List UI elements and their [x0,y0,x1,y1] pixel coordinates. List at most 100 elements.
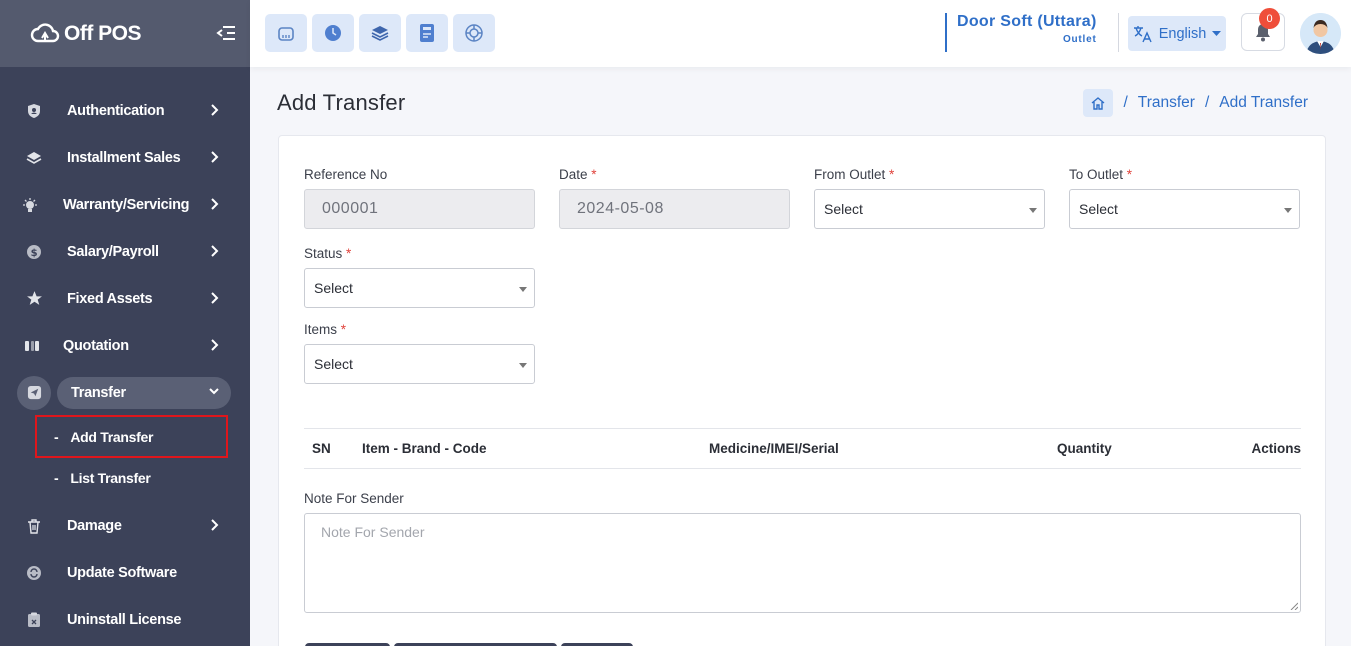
status-field: Status * Select [304,246,535,308]
clock-shortcut-button[interactable] [312,14,354,52]
sidebar-item-quotation[interactable]: Quotation [0,322,250,369]
note-placeholder: Note For Sender [321,524,425,540]
items-select[interactable]: Select [304,344,535,384]
from-outlet-field: From Outlet * Select [814,167,1045,229]
from-outlet-select[interactable]: Select [814,189,1045,229]
sidebar-item-label: Authentication [67,102,165,119]
svg-text:$: $ [31,248,38,259]
support-shortcut-button[interactable] [453,14,495,52]
caret-down-icon [519,363,527,368]
chevron-right-icon [211,292,219,304]
refresh-icon [25,564,43,582]
sidebar-item-label: Uninstall License [67,611,182,628]
chevron-right-icon [211,151,219,163]
column-header-quantity: Quantity [1057,441,1112,456]
chevron-right-icon [211,245,219,257]
dollar-coin-icon: $ [25,243,43,261]
caret-down-icon [1212,30,1222,36]
sidebar-item-damage[interactable]: Damage [0,502,250,549]
breadcrumb-separator: / [1204,94,1210,111]
send-icon [17,375,51,410]
user-avatar[interactable] [1300,13,1341,54]
note-textarea[interactable]: Note For Sender [304,513,1301,613]
items-field: Items * Select [304,322,535,384]
from-outlet-label: From Outlet * [814,167,895,182]
top-header: Door Soft (Uttara) Outlet English 0 [250,0,1351,67]
status-select[interactable]: Select [304,268,535,308]
column-header-serial: Medicine/IMEI/Serial [709,441,839,456]
sidebar-item-salary-payroll[interactable]: $ Salary/Payroll [0,228,250,275]
chevron-right-icon [211,198,219,210]
transfer-pill: Transfer [57,376,231,409]
sidebar-item-uninstall-license[interactable]: Uninstall License [0,596,250,643]
home-icon [1092,97,1105,110]
date-input[interactable]: 2024-05-08 [559,189,790,229]
sidebar-item-label: Quotation [63,337,129,354]
breadcrumb-current: Add Transfer [1219,94,1308,111]
resize-handle-icon[interactable] [1290,602,1298,610]
chevron-down-icon [209,388,219,395]
layers-icon [25,149,43,167]
items-table-header: SN Item - Brand - Code Medicine/IMEI/Ser… [304,428,1301,469]
sidebar-item-label: Damage [67,517,122,534]
layers-shortcut-button[interactable] [359,14,401,52]
calculator-icon [420,24,434,42]
stack-icon [371,26,389,41]
select-value: Select [1079,201,1118,217]
language-selector[interactable]: English [1128,16,1226,51]
sidebar-subitem-list-transfer[interactable]: - List Transfer [0,457,250,498]
reference-label: Reference No [304,167,388,182]
sidebar-item-label: Salary/Payroll [67,243,159,260]
shield-user-icon [25,102,43,120]
app-logo[interactable]: Off POS [30,21,142,46]
sidebar-menu: Authentication Installment Sales Warrant… [0,67,250,643]
clock-icon [325,25,341,41]
breadcrumb-separator: / [1123,94,1128,111]
trash-icon [25,517,43,535]
store-type: Outlet [1062,34,1097,45]
avatar-image [1300,13,1341,54]
sidebar-subitem-label: Add Transfer [70,428,154,445]
date-field: Date * 2024-05-08 [559,167,790,229]
star-icon [25,290,43,308]
collapse-menu-icon[interactable] [216,23,236,43]
sidebar-item-warranty-servicing[interactable]: Warranty/Servicing [0,181,250,228]
caret-down-icon [519,287,527,292]
language-label: English [1158,25,1207,42]
select-value: Select [314,280,353,296]
select-value: Select [824,201,863,217]
transfer-form-card: Reference No 000001 Date * 2024-05-08 Fr… [278,135,1326,646]
sidebar-item-fixed-assets[interactable]: Fixed Assets [0,275,250,322]
caret-down-icon [1284,208,1292,213]
sidebar-item-label: Update Software [67,564,177,581]
to-outlet-label: To Outlet * [1069,167,1133,182]
sidebar-item-label: Installment Sales [67,149,181,166]
breadcrumb-transfer-link[interactable]: Transfer [1138,94,1195,112]
column-header-item: Item - Brand - Code [362,441,487,456]
sidebar-item-update-software[interactable]: Update Software [0,549,250,596]
sidebar-subitem-add-transfer[interactable]: - Add Transfer [35,415,228,458]
breadcrumb-home-button[interactable] [1083,89,1114,117]
cloud-logo-icon [30,22,60,42]
sidebar-item-label: Fixed Assets [67,290,153,307]
notification-badge: 0 [1259,8,1280,29]
to-outlet-select[interactable]: Select [1069,189,1300,229]
sidebar: Off POS Authentication Installment Sales [0,0,250,646]
store-name: Door Soft (Uttara) [957,13,1097,30]
sidebar-item-installment-sales[interactable]: Installment Sales [0,134,250,181]
chevron-right-icon [211,339,219,351]
store-info[interactable]: Door Soft (Uttara) Outlet [945,13,1097,52]
sidebar-item-authentication[interactable]: Authentication [0,87,250,134]
pos-shortcut-button[interactable] [265,14,307,52]
sidebar-subitem-label: List Transfer [70,469,151,486]
chevron-right-icon [211,519,219,531]
logo-text: Off POS [64,21,142,45]
sidebar-item-transfer[interactable]: Transfer [0,369,250,416]
quote-icon [23,337,41,355]
to-outlet-field: To Outlet * Select [1069,167,1300,229]
reference-input[interactable]: 000001 [304,189,535,229]
caret-down-icon [1029,208,1037,213]
column-header-sn: SN [312,441,331,456]
date-label: Date * [559,167,597,182]
calculator-shortcut-button[interactable] [406,14,448,52]
